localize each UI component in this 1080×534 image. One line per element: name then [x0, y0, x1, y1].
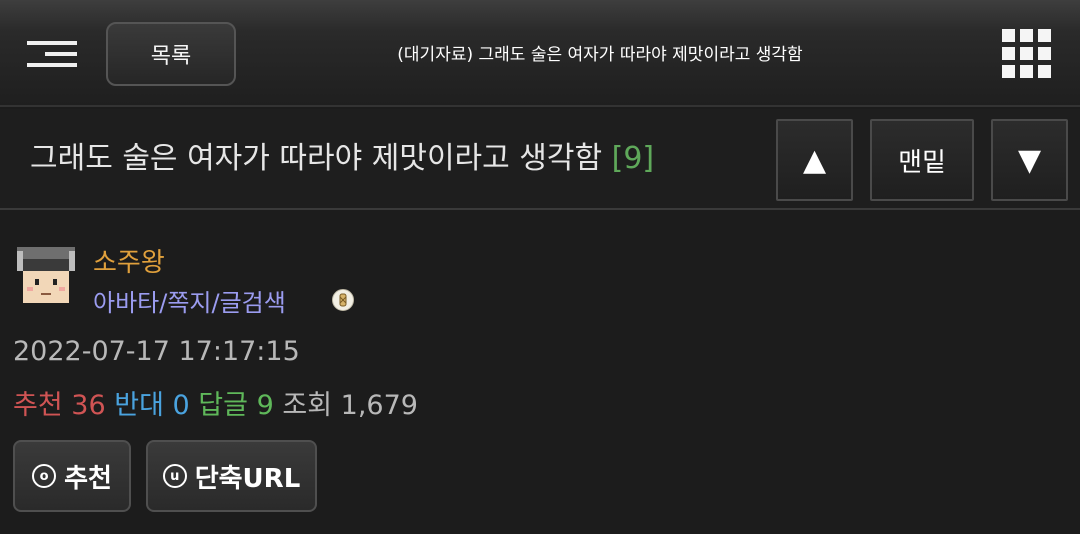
scroll-bottom-button[interactable]: 맨밑: [870, 119, 974, 201]
scroll-up-button[interactable]: ▲: [776, 119, 853, 201]
recommend-count: 36: [71, 390, 106, 421]
header-title: (대기자료) 그래도 술은 여자가 따라야 제맛이라고 생각함: [397, 45, 803, 65]
author-links[interactable]: 아바타/쪽지/글검색: [93, 283, 286, 318]
short-url-button-label: 단축URL: [194, 463, 301, 494]
recommend-circle-icon: o: [32, 464, 57, 488]
up-arrow-icon: ▲: [802, 142, 827, 178]
post-datetime: 2022-07-17 17:17:15: [13, 336, 300, 367]
menu-icon[interactable]: [27, 41, 77, 67]
post-stats: 추천 36 반대 0 답글 9 조회 1,679: [13, 383, 418, 422]
scroll-down-button[interactable]: ▼: [991, 119, 1068, 201]
view-label: 조회: [282, 390, 333, 421]
short-url-circle-icon: u: [162, 464, 187, 488]
post-title-text: 그래도 술은 여자가 따라야 제맛이라고 생각함: [30, 141, 603, 176]
recommend-button[interactable]: o 추천: [13, 440, 131, 512]
oppose-count: 0: [172, 390, 190, 421]
list-button[interactable]: 목록: [106, 22, 236, 86]
reply-count: 9: [256, 390, 274, 421]
recommend-button-label: 추천: [64, 463, 112, 494]
post-title: 그래도 술은 여자가 따라야 제맛이라고 생각함 [9]: [30, 139, 654, 179]
reply-label: 답글: [198, 390, 248, 421]
down-arrow-icon: ▼: [1017, 142, 1042, 178]
post-title-bar: 그래도 술은 여자가 따라야 제맛이라고 생각함 [9] ▲ 맨밑 ▼: [0, 109, 1080, 210]
member-badge-icon: [332, 289, 354, 311]
top-bar: 목록 (대기자료) 그래도 술은 여자가 따라야 제맛이라고 생각함: [0, 0, 1080, 107]
short-url-button[interactable]: u 단축URL: [146, 440, 317, 512]
oppose-label: 반대: [114, 390, 164, 421]
view-count: 1,679: [340, 390, 418, 421]
post-info: 소주왕 아바타/쪽지/글검색 2022-07-17 17:17:15 추천 36…: [0, 212, 1080, 534]
apps-grid-icon[interactable]: [1002, 29, 1052, 79]
author-name[interactable]: 소주왕: [93, 242, 165, 279]
comment-count[interactable]: [9]: [612, 141, 655, 176]
avatar[interactable]: [13, 243, 79, 309]
recommend-label: 추천: [13, 390, 63, 421]
